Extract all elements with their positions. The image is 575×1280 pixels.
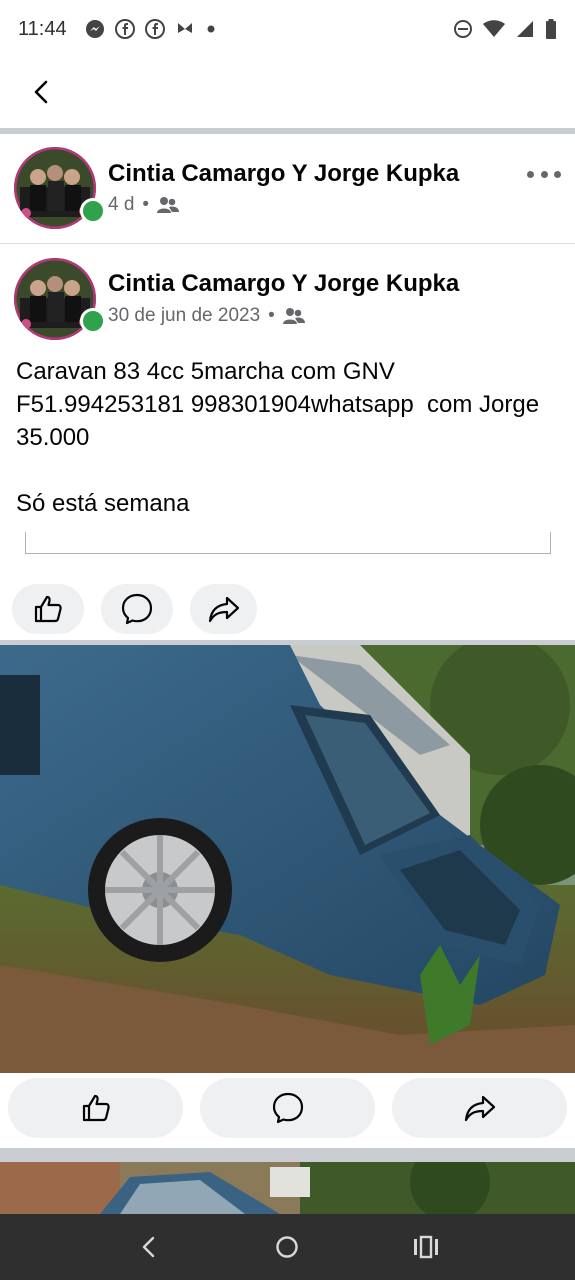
share-header: Cintia Camargo Y Jorge Kupka 4 d • bbox=[0, 134, 575, 244]
post-date[interactable]: 30 de jun de 2023 bbox=[108, 305, 260, 327]
like-icon bbox=[82, 1094, 110, 1122]
system-icons bbox=[453, 19, 557, 39]
dot-icon bbox=[207, 25, 215, 33]
facebook-icon bbox=[144, 19, 165, 39]
car-photo bbox=[0, 1162, 575, 1214]
do-not-disturb-icon bbox=[454, 20, 472, 38]
share-button[interactable] bbox=[190, 584, 257, 634]
share-time[interactable]: 4 d bbox=[108, 194, 134, 216]
nav-home-button[interactable] bbox=[262, 1222, 312, 1272]
post-header: Cintia Camargo Y Jorge Kupka 30 de jun d… bbox=[0, 244, 575, 354]
photo-divider bbox=[0, 1148, 575, 1162]
chevron-left-icon bbox=[34, 80, 48, 104]
back-button[interactable] bbox=[24, 74, 60, 110]
comment-icon bbox=[121, 593, 153, 625]
more-dot bbox=[540, 170, 548, 178]
like-icon bbox=[34, 595, 62, 623]
battery-icon bbox=[546, 19, 556, 39]
share-icon bbox=[208, 596, 239, 623]
nav-recents-button[interactable] bbox=[401, 1222, 451, 1272]
nav-back-button[interactable] bbox=[124, 1222, 174, 1272]
messenger-icon bbox=[85, 20, 104, 38]
facebook-icon bbox=[114, 19, 135, 39]
comment-icon bbox=[272, 1092, 303, 1124]
more-dot bbox=[554, 170, 561, 178]
post-photo[interactable] bbox=[0, 645, 575, 1073]
more-dot bbox=[527, 170, 534, 178]
post-author-name[interactable]: Cintia Camargo Y Jorge Kupka bbox=[108, 270, 459, 298]
status-bar: 11:44 bbox=[0, 0, 575, 58]
online-status-indicator bbox=[80, 308, 106, 334]
friends-icon bbox=[157, 197, 180, 213]
comment-button[interactable] bbox=[200, 1078, 375, 1138]
post-text: Caravan 83 4cc 5marcha com GNV F51.99425… bbox=[16, 358, 540, 517]
status-time: 11:44 bbox=[18, 17, 67, 40]
cellular-signal-icon bbox=[517, 21, 533, 37]
car-photo bbox=[0, 645, 575, 1073]
more-options-button[interactable] bbox=[527, 164, 561, 184]
butterfly-icon bbox=[177, 23, 192, 33]
wifi-icon bbox=[483, 20, 505, 37]
share-icon bbox=[464, 1095, 495, 1122]
attachment-frame bbox=[25, 532, 551, 554]
post-meta: 30 de jun de 2023 • bbox=[108, 305, 305, 327]
share-author-name[interactable]: Cintia Camargo Y Jorge Kupka bbox=[108, 160, 459, 188]
system-nav-bar bbox=[0, 1214, 575, 1280]
recents-icon bbox=[413, 1235, 438, 1259]
like-button[interactable] bbox=[8, 1078, 183, 1138]
notification-icons bbox=[85, 19, 217, 39]
back-icon bbox=[142, 1236, 155, 1258]
share-meta: 4 d • bbox=[108, 194, 180, 216]
friends-icon bbox=[282, 308, 305, 324]
top-bar bbox=[0, 58, 575, 128]
post-photo[interactable] bbox=[0, 1162, 575, 1214]
meta-separator: • bbox=[142, 194, 150, 215]
online-status-indicator bbox=[80, 198, 106, 224]
like-button[interactable] bbox=[12, 584, 84, 634]
share-button[interactable] bbox=[392, 1078, 567, 1138]
home-icon bbox=[276, 1236, 299, 1258]
comment-button[interactable] bbox=[101, 584, 173, 634]
meta-separator: • bbox=[268, 305, 275, 326]
